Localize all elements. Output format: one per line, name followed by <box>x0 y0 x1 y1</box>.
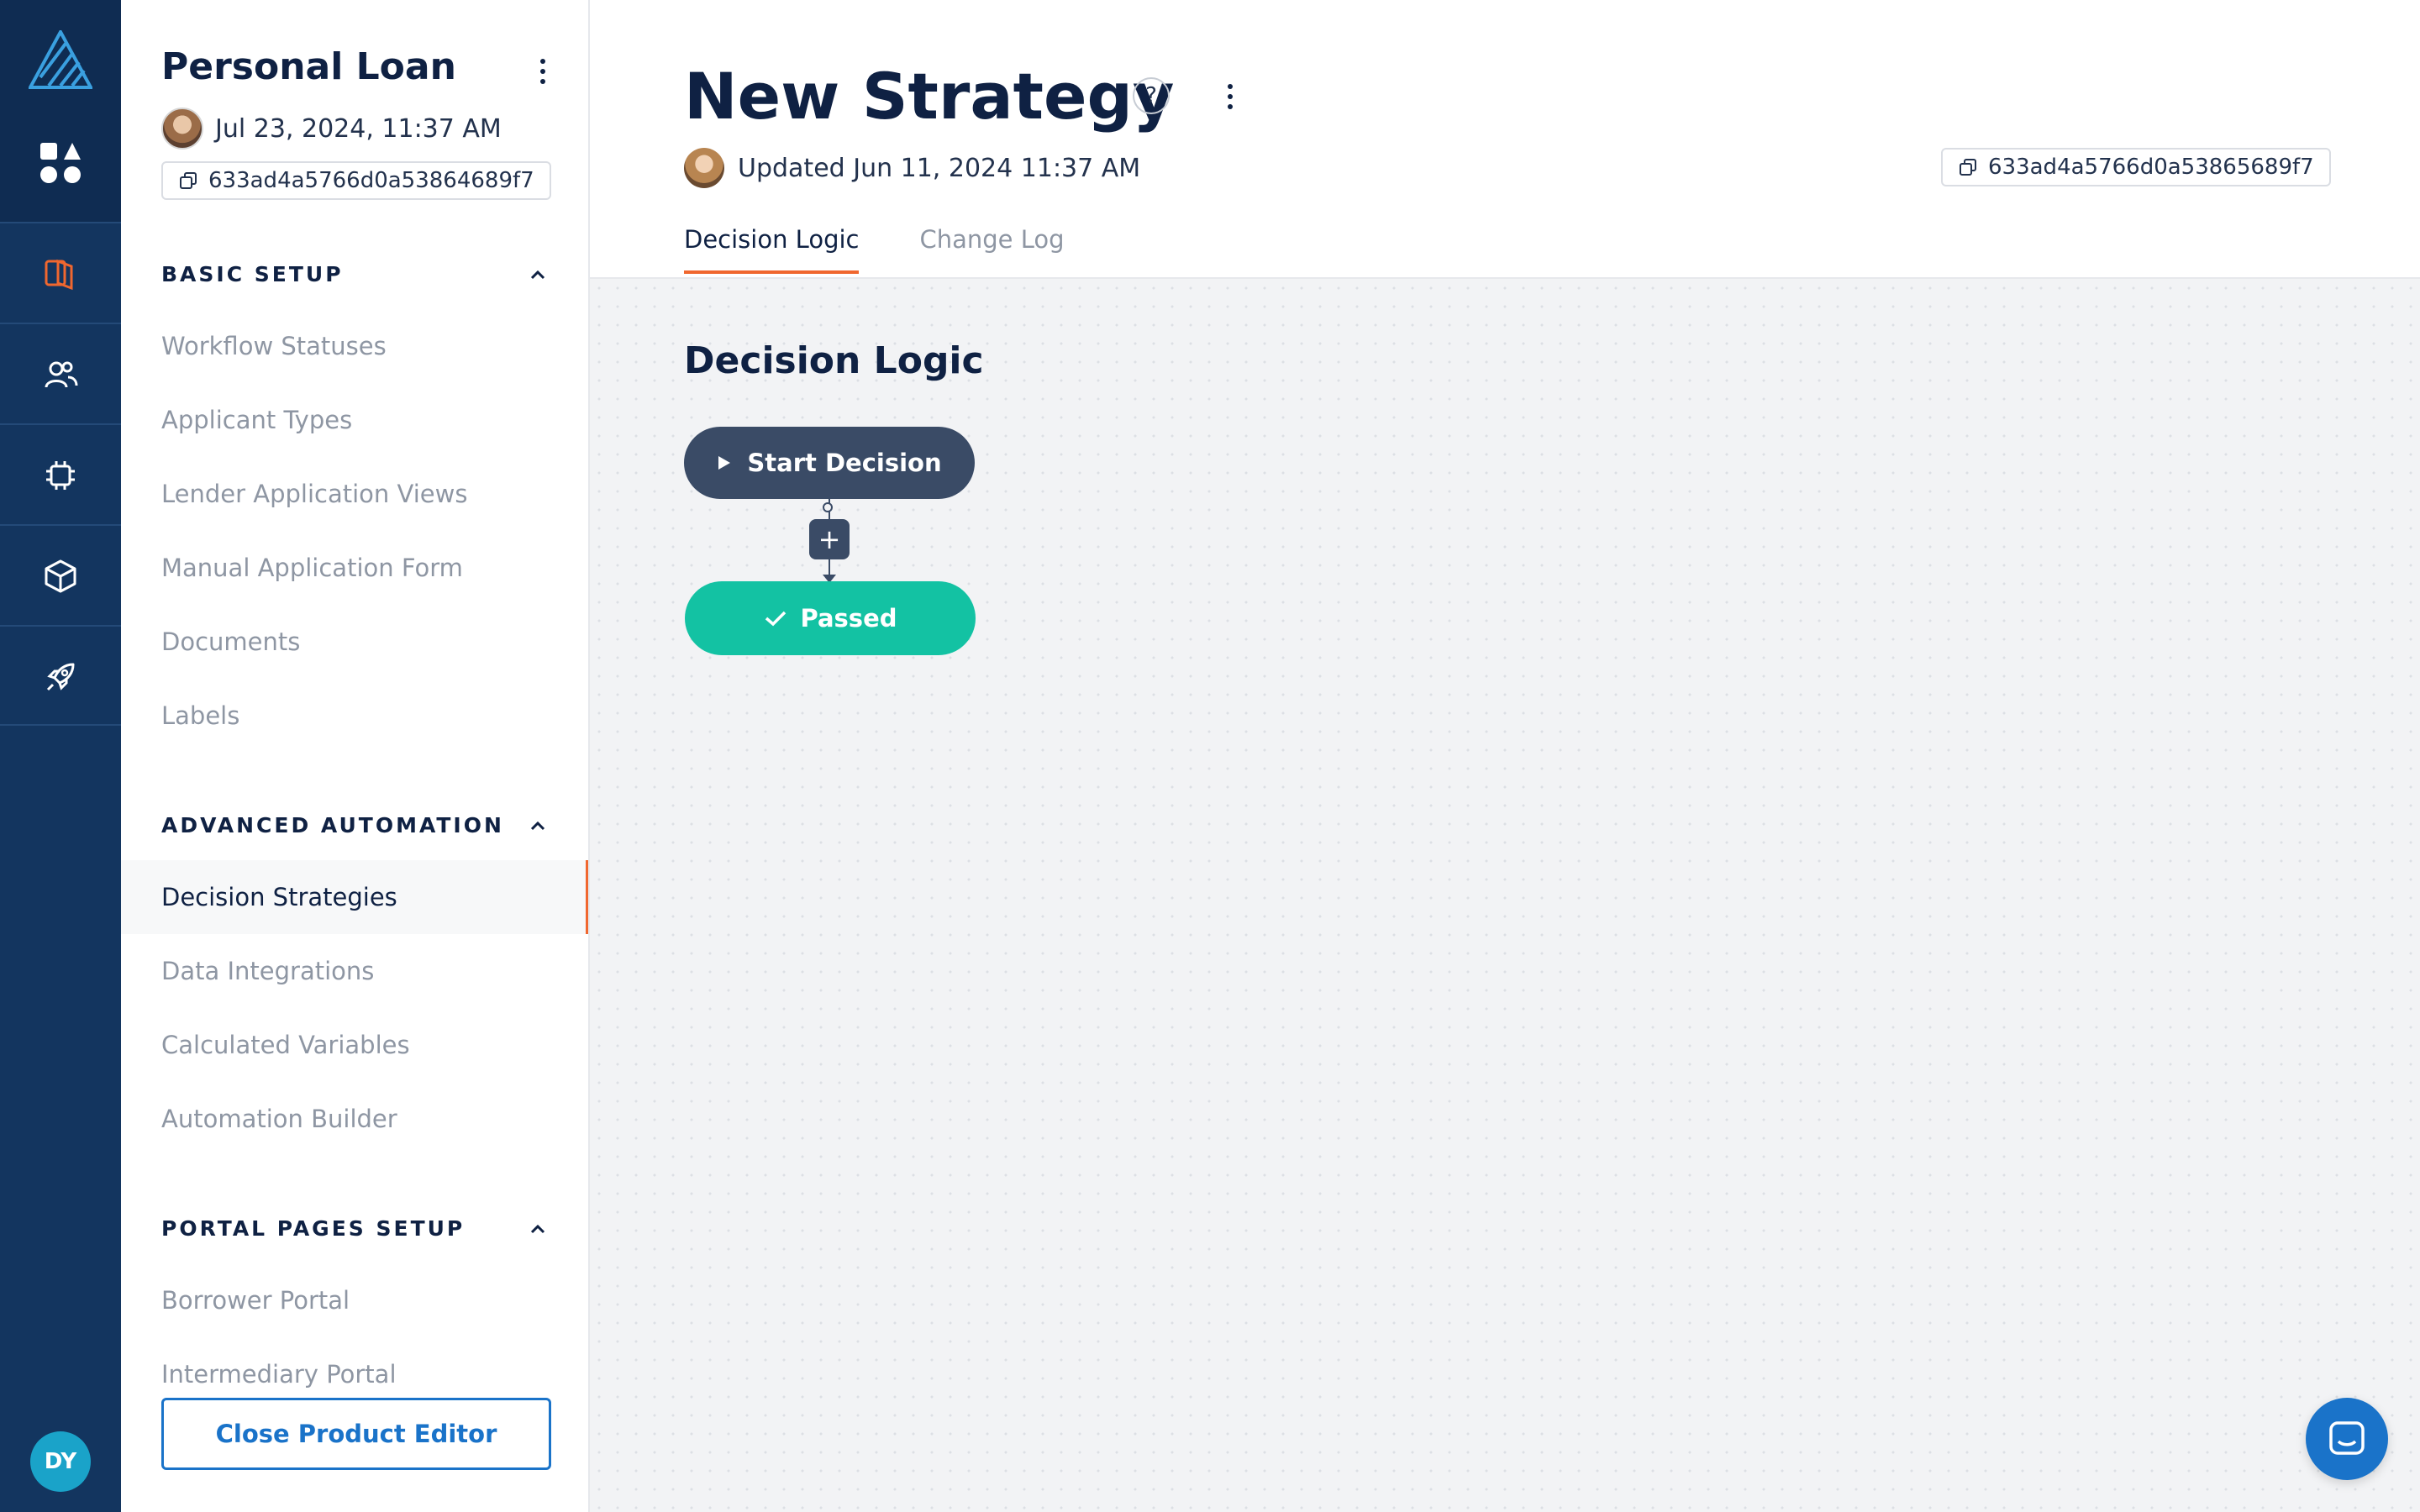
section-basic-setup[interactable]: BASIC SETUP <box>161 262 548 286</box>
nav-automation-builder[interactable]: Automation Builder <box>121 1082 588 1156</box>
section-advanced-automation[interactable]: ADVANCED AUTOMATION <box>161 813 548 837</box>
nav-workflow-statuses[interactable]: Workflow Statuses <box>121 309 588 383</box>
loan-product-icon <box>45 259 73 290</box>
passed-result-node[interactable]: Passed <box>685 581 976 655</box>
rocket-icon <box>46 663 75 690</box>
product-id: 633ad4a5766d0a53864689f7 <box>208 168 534 193</box>
connector-line <box>829 559 830 576</box>
nav-applicant-types[interactable]: Applicant Types <box>121 383 588 457</box>
product-date: Jul 23, 2024, 11:37 AM <box>215 113 502 144</box>
product-id-chip[interactable]: 633ad4a5766d0a53864689f7 <box>161 161 551 200</box>
nav-manual-application-form[interactable]: Manual Application Form <box>121 531 588 605</box>
start-decision-node[interactable]: Start Decision <box>684 427 975 499</box>
rail-item-processing[interactable] <box>0 423 121 525</box>
users-icon <box>45 361 78 387</box>
chevron-up-icon <box>530 270 545 279</box>
product-title: Personal Loan <box>161 45 456 88</box>
strategy-id-chip[interactable]: 633ad4a5766d0a53865689f7 <box>1941 148 2331 186</box>
start-node-label: Start Decision <box>747 449 942 477</box>
app-rail: DY <box>0 0 121 1512</box>
nav-calculated-variables[interactable]: Calculated Variables <box>121 1008 588 1082</box>
rail-item-integrations[interactable] <box>0 625 121 727</box>
chat-support-button[interactable] <box>2306 1398 2388 1480</box>
user-avatar[interactable]: DY <box>30 1431 91 1492</box>
add-step-button[interactable]: + <box>809 519 850 559</box>
strategy-id: 633ad4a5766d0a53865689f7 <box>1988 155 2314 180</box>
passed-node-label: Passed <box>800 604 897 633</box>
copy-icon <box>180 172 197 189</box>
logo-area <box>0 0 121 222</box>
tab-change-log[interactable]: Change Log <box>919 225 1064 274</box>
rail-item-users[interactable] <box>0 323 121 424</box>
nav-borrower-portal[interactable]: Borrower Portal <box>121 1263 588 1337</box>
chip-icon <box>46 460 75 490</box>
nav-lender-application-views[interactable]: Lender Application Views <box>121 457 588 531</box>
section-portal-pages-setup[interactable]: PORTAL PAGES SETUP <box>161 1216 548 1241</box>
section-title: BASIC SETUP <box>161 262 344 286</box>
close-product-editor-button[interactable]: Close Product Editor <box>161 1398 551 1470</box>
nav-labels[interactable]: Labels <box>121 679 588 753</box>
nav-data-integrations[interactable]: Data Integrations <box>121 934 588 1008</box>
play-icon <box>718 456 731 470</box>
product-sidebar: Personal Loan Jul 23, 2024, 11:37 AM 633… <box>121 0 590 1512</box>
product-more-icon[interactable] <box>538 59 548 84</box>
updated-text: Updated Jun 11, 2024 11:37 AM <box>738 153 1141 183</box>
rail-divider <box>0 724 121 726</box>
canvas-title: Decision Logic <box>684 339 984 382</box>
check-icon <box>765 611 786 627</box>
editor-avatar <box>684 148 724 188</box>
nav-documents[interactable]: Documents <box>121 605 588 679</box>
author-avatar <box>161 108 203 150</box>
updated-info: Updated Jun 11, 2024 11:37 AM <box>684 148 1140 188</box>
section-title: ADVANCED AUTOMATION <box>161 813 504 837</box>
rail-item-products[interactable] <box>0 524 121 626</box>
strategy-more-icon[interactable] <box>1225 84 1235 109</box>
cube-icon <box>45 559 76 592</box>
strategy-tabs: Decision Logic Change Log <box>684 225 1065 274</box>
help-icon[interactable]: ? <box>1133 77 1170 114</box>
chevron-up-icon <box>530 821 545 830</box>
rail-item-loan-products[interactable] <box>0 222 121 323</box>
page-title: New Strategy <box>684 59 1175 134</box>
product-meta: Jul 23, 2024, 11:37 AM <box>161 108 502 150</box>
decision-canvas[interactable]: Decision Logic Start Decision + Passed <box>590 279 2420 1512</box>
strategy-header: New Strategy ? Updated Jun 11, 2024 11:3… <box>590 0 2420 279</box>
copy-icon <box>1960 159 1976 176</box>
chat-icon <box>2329 1421 2365 1455</box>
chevron-up-icon <box>530 1224 545 1233</box>
tab-decision-logic[interactable]: Decision Logic <box>684 225 860 274</box>
company-logo-icon[interactable] <box>29 30 92 89</box>
section-title: PORTAL PAGES SETUP <box>161 1216 466 1241</box>
connector-dot <box>823 502 833 512</box>
nav-decision-strategies[interactable]: Decision Strategies <box>121 860 588 934</box>
apps-icon[interactable] <box>39 141 82 185</box>
